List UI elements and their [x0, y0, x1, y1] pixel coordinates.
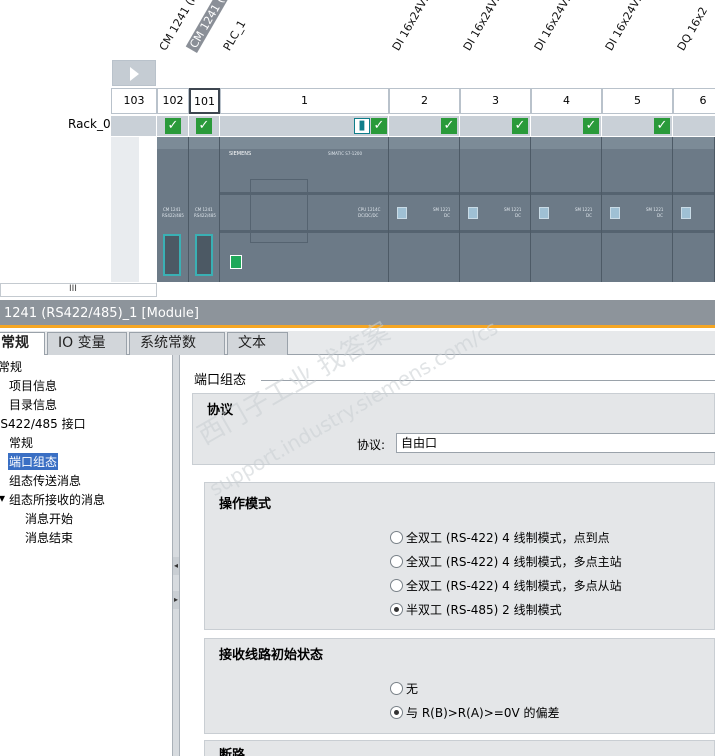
expand-right-icon[interactable]: ▸: [173, 591, 179, 609]
di-module-5[interactable]: SM 1221 DC: [602, 137, 673, 282]
radio-selected-icon: [390, 603, 403, 616]
rack-label: Rack_0: [68, 117, 111, 131]
radio-bias-none[interactable]: 无: [390, 680, 418, 697]
di-module-4[interactable]: SM 1221 DC: [531, 137, 602, 282]
db9-connector-icon: [195, 234, 213, 276]
radio-full-duplex-p2p[interactable]: 全双工 (RS-422) 4 线制模式，点到点: [390, 529, 610, 546]
tab-texts[interactable]: 文本: [227, 332, 288, 355]
module-label-di-2[interactable]: DI 16x24VDC_: [390, 0, 441, 53]
operation-mode-heading: 操作模式: [219, 497, 272, 512]
check-icon: ✓: [441, 118, 457, 134]
radio-selected-icon: [390, 706, 403, 719]
tree-item-port-config[interactable]: 端口组态: [8, 453, 59, 470]
radio-icon: [390, 531, 403, 544]
dq-module-6[interactable]: [673, 137, 715, 282]
check-icon: ✓: [196, 118, 212, 134]
tree-item-transmit-config[interactable]: 组态传送消息: [9, 472, 81, 489]
slot-3[interactable]: 3: [460, 88, 531, 114]
ethernet-port-icon: [230, 255, 242, 269]
collapse-left-icon[interactable]: ◂: [173, 557, 179, 575]
slot-101[interactable]: 101: [189, 88, 220, 114]
section-title: 端口组态: [194, 373, 247, 388]
check-icon: ✓: [654, 118, 670, 134]
tree-item-catalog-info[interactable]: 目录信息: [9, 396, 57, 413]
slot-2[interactable]: 2: [389, 88, 460, 114]
tree-item-message-end[interactable]: 消息结束: [25, 529, 73, 546]
tree-item-project-info[interactable]: 项目信息: [9, 377, 57, 394]
tab-io-tags[interactable]: IO 变量: [47, 332, 127, 355]
protocol-heading: 协议: [207, 403, 234, 418]
tree-item-general[interactable]: 常规: [0, 358, 22, 375]
db9-connector-icon: [163, 234, 181, 276]
protocol-label: 协议:: [357, 438, 386, 452]
slot-102[interactable]: 102: [157, 88, 189, 114]
plc-cpu-module[interactable]: SIEMENS SIMATIC S7-1200 CPU 1214C DC/DC/…: [220, 137, 389, 282]
break-heading: 断路: [219, 748, 246, 756]
radio-half-duplex-rs485[interactable]: 半双工 (RS-485) 2 线制模式: [390, 601, 562, 618]
module-label-plc[interactable]: PLC_1: [221, 18, 249, 53]
radio-full-duplex-slave[interactable]: 全双工 (RS-422) 4 线制模式，多点从站: [390, 577, 622, 594]
tree-item-rs422-485-interface[interactable]: RS422/485 接口: [0, 415, 86, 432]
slot-103[interactable]: 103: [111, 88, 157, 114]
slot-4[interactable]: 4: [531, 88, 602, 114]
check-icon: ✓: [371, 118, 387, 134]
navigation-tree: 常规 项目信息 目录信息 RS422/485 接口 常规 端口组态 组态传送消息…: [0, 355, 172, 756]
cm1241-module-102[interactable]: CM 1241 RS422/485: [157, 137, 189, 282]
radio-icon: [390, 579, 403, 592]
tab-system-constants[interactable]: 系统常数: [129, 332, 225, 355]
module-label-di-3[interactable]: DI 16x24VDC_: [461, 0, 512, 53]
splitter-bar[interactable]: ◂ ▸: [172, 355, 180, 756]
check-icon: ✓: [583, 118, 599, 134]
radio-icon: [390, 555, 403, 568]
device-view: CM 1241 (RS CM 1241 (RS PLC_1 DI 16x24VD…: [0, 0, 715, 300]
radio-icon: [390, 682, 403, 695]
module-label-di-5[interactable]: DI 16x24VDC_: [603, 0, 654, 53]
protocol-select[interactable]: 自由口: [396, 433, 715, 453]
horizontal-scrollbar[interactable]: III: [0, 283, 157, 297]
slot-5[interactable]: 5: [602, 88, 673, 114]
port-config-panel: 端口组态 协议 协议: 自由口 操作模式 全双工 (RS-422) 4 线制模式…: [181, 355, 715, 756]
slot-1[interactable]: 1: [220, 88, 389, 114]
module-label-di-4[interactable]: DI 16x24VDC_: [532, 0, 583, 53]
io-icon: ▮: [354, 118, 370, 134]
play-arrow-icon: [130, 67, 139, 81]
di-module-2[interactable]: SM 1221 DC: [389, 137, 460, 282]
tree-item-receive-config[interactable]: 组态所接收的消息: [9, 491, 105, 508]
tab-general[interactable]: 常规: [0, 332, 45, 356]
protocol-panel: 协议 协议:: [192, 393, 715, 465]
receive-line-heading: 接收线路初始状态: [219, 648, 324, 663]
check-icon: ✓: [512, 118, 528, 134]
module-label-dq-6[interactable]: DQ 16x2: [675, 5, 710, 53]
inspector-tabs: 常规 IO 变量 系统常数 文本: [0, 331, 715, 356]
slot-6[interactable]: 6: [673, 88, 715, 114]
rack-graphic: CM 1241 RS422/485 CM 1241 RS422/485 SIEM…: [139, 137, 715, 282]
di-module-3[interactable]: SM 1221 DC: [460, 137, 531, 282]
tree-item-message-start[interactable]: 消息开始: [25, 510, 73, 527]
cm1241-module-101[interactable]: CM 1241 RS422/485: [189, 137, 220, 282]
check-icon: ✓: [165, 118, 181, 134]
tree-item-interface-general[interactable]: 常规: [9, 434, 33, 451]
radio-full-duplex-master[interactable]: 全双工 (RS-422) 4 线制模式，多点主站: [390, 553, 622, 570]
expand-rack-button[interactable]: [112, 60, 156, 86]
inspector-title: 1241 (RS422/485)_1 [Module]: [0, 300, 715, 328]
radio-bias-rb-ra[interactable]: 与 R(B)>R(A)>=0V 的偏差: [390, 704, 559, 721]
break-panel: 断路: [204, 740, 715, 756]
tree-expand-icon[interactable]: ▾: [0, 491, 5, 505]
